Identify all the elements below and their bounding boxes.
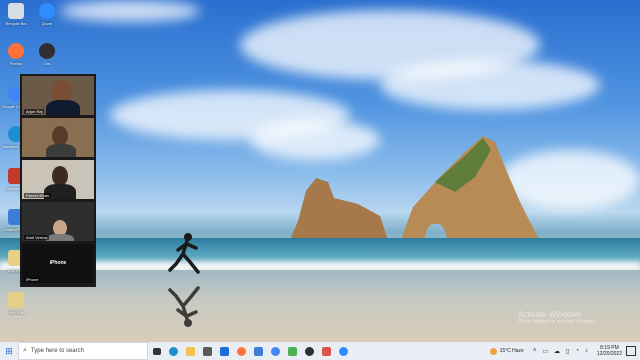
edge-icon <box>169 346 178 356</box>
firefox-icon <box>8 43 24 59</box>
participant-avatar <box>52 166 68 186</box>
beach-sand <box>0 270 640 342</box>
taskbar-app-snipping[interactable] <box>318 342 335 360</box>
volume-icon[interactable]: ♪ <box>585 348 588 354</box>
video-tile[interactable]: Arjun Raj <box>22 76 94 115</box>
clock[interactable]: 8:19 PM 12/20/2022 <box>597 345 622 357</box>
folder-icon <box>8 292 24 308</box>
task-view-icon <box>152 347 161 355</box>
taskbar-app-firefox[interactable] <box>233 342 250 360</box>
runner-reflection <box>168 286 200 327</box>
runner <box>168 233 200 274</box>
rock-arch <box>400 136 541 242</box>
participant-avatar <box>52 126 68 146</box>
taskbar-search[interactable]: ⌕ Type here to search <box>18 342 148 360</box>
obs-icon <box>305 346 314 356</box>
obs-icon <box>39 43 55 59</box>
wifi-icon[interactable]: ◔ <box>575 348 579 354</box>
video-tile[interactable] <box>22 118 94 157</box>
participant-name: Amit Verma <box>24 235 49 240</box>
snipping-icon <box>322 346 331 356</box>
rock-small <box>290 178 388 240</box>
network-icon[interactable]: ▭ <box>542 348 548 355</box>
taskbar-app-store[interactable] <box>199 342 216 360</box>
desktop-icon-recycle-bin[interactable]: Recycle Bin <box>2 3 30 33</box>
desktop-icon-zoom[interactable]: Zoom <box>33 3 61 33</box>
video-tile[interactable]: Parvez Khan <box>22 160 94 199</box>
participant-name: Arjun Raj <box>24 109 45 114</box>
folder-icon <box>186 346 195 356</box>
greenshot-icon <box>288 346 297 356</box>
system-tray: 15°C Haze ˄ ▭ ☁ ▯ ◔ ♪ 8:19 PM 12/20/2022 <box>489 342 640 360</box>
desktop-icon-folder-2[interactable]: Vdo-Edit <box>2 292 30 322</box>
taskbar: ⊞ ⌕ Type here to search 15°C Haze ˄ ▭ ☁ … <box>0 342 640 360</box>
taskbar-app-mail[interactable] <box>216 342 233 360</box>
zoom-icon <box>39 3 55 19</box>
zoom-icon <box>339 346 348 356</box>
desktop-wallpaper <box>0 0 640 342</box>
chevron-up-icon[interactable]: ˄ <box>533 348 537 354</box>
activate-windows-watermark: Activate Windows Go to Settings to activ… <box>518 310 597 325</box>
recycle-bin-icon <box>8 3 24 19</box>
video-tile[interactable]: Amit Verma <box>22 202 94 241</box>
video-tile[interactable]: iPhone iPhone <box>22 244 94 283</box>
windows-icon: ⊞ <box>5 345 13 356</box>
chrome-icon <box>271 346 280 356</box>
weather-sun-icon <box>489 347 497 355</box>
desktop-icon-firefox[interactable]: Firefox <box>2 43 30 73</box>
search-placeholder: Type here to search <box>30 348 84 354</box>
mail-icon <box>220 346 229 356</box>
desktop-icon-obs[interactable]: Obs <box>33 43 61 73</box>
participant-label: iPhone <box>49 260 67 266</box>
taskbar-app-greenshot[interactable] <box>284 342 301 360</box>
start-button[interactable]: ⊞ <box>0 342 18 360</box>
participant-name: Parvez Khan <box>24 193 51 198</box>
photos-icon <box>254 346 263 356</box>
taskbar-app-file-explorer[interactable] <box>182 342 199 360</box>
firefox-icon <box>237 346 246 356</box>
taskbar-app-obs[interactable] <box>301 342 318 360</box>
taskbar-app-edge[interactable] <box>165 342 182 360</box>
cloud-icon[interactable]: ☁ <box>554 348 560 355</box>
zoom-video-gallery: Arjun Raj Parvez Khan Amit Verma iPhone … <box>20 74 96 287</box>
taskbar-app-chrome[interactable] <box>267 342 284 360</box>
taskbar-app-zoom[interactable] <box>335 342 352 360</box>
taskbar-app-photos[interactable] <box>250 342 267 360</box>
weather-widget[interactable]: 15°C Haze <box>489 347 524 355</box>
taskbar-app-task-view[interactable] <box>148 342 165 360</box>
participant-name: iPhone <box>24 277 41 282</box>
search-icon: ⌕ <box>23 347 27 354</box>
battery-icon[interactable]: ▯ <box>566 348 569 355</box>
notification-icon[interactable] <box>626 346 636 356</box>
store-icon <box>203 346 212 356</box>
